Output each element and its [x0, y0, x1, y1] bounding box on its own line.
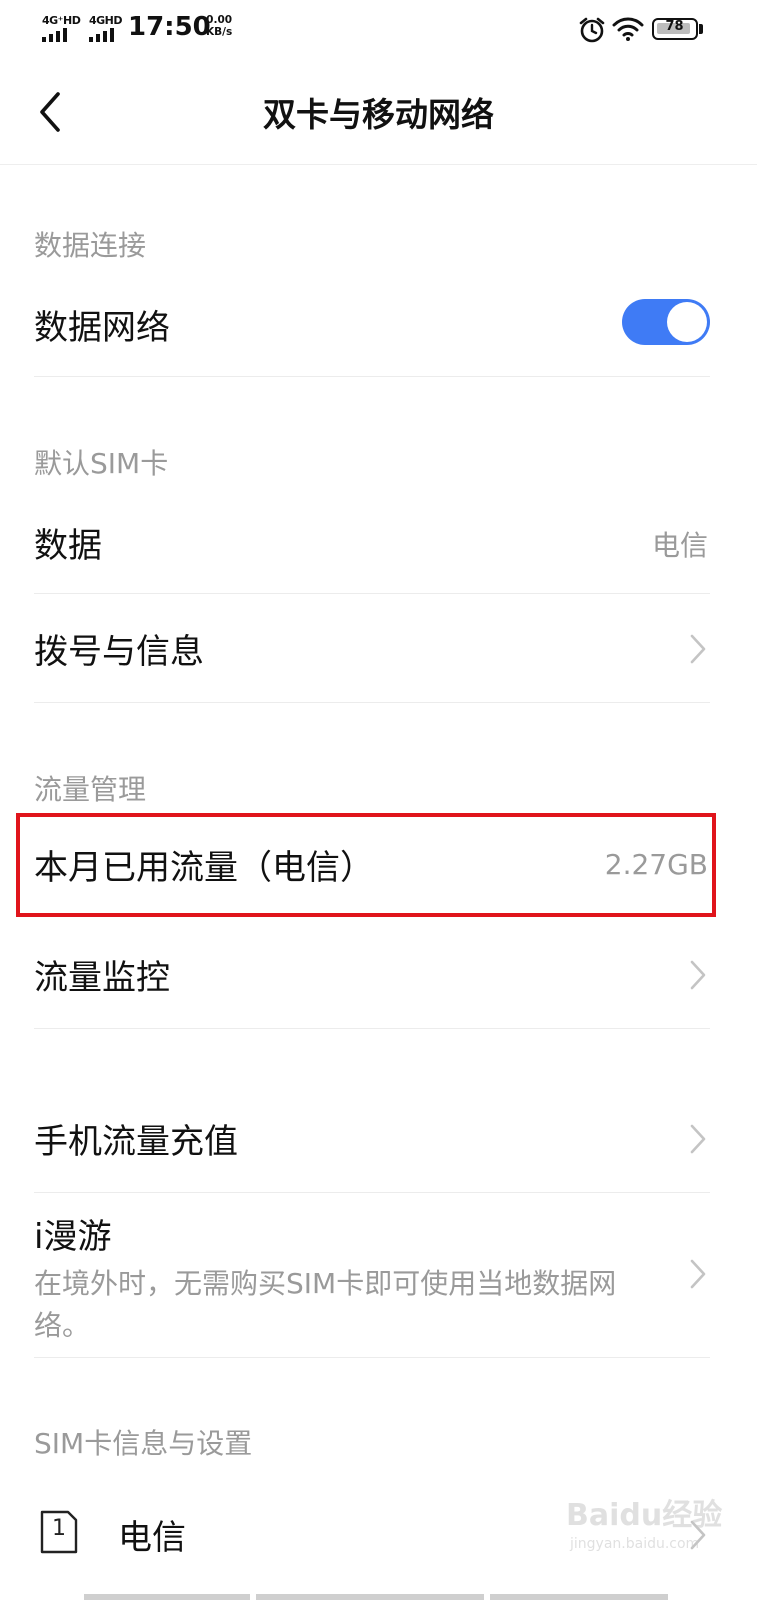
sim2-network-label: 4GHD — [89, 14, 123, 27]
net-speed-value: 0.00 — [206, 14, 233, 26]
highlight-annotation — [16, 813, 716, 917]
section-title-sim-info: SIM卡信息与设置 — [34, 1427, 253, 1460]
recharge-row[interactable]: 手机流量充值 — [34, 1084, 710, 1192]
watermark-text: Baidu经验 — [566, 1498, 723, 1533]
section-title-traffic: 流量管理 — [34, 773, 147, 806]
divider — [34, 1357, 710, 1358]
chevron-right-icon — [690, 1124, 706, 1154]
section-title-default-sim: 默认SIM卡 — [34, 447, 169, 480]
chevron-right-icon — [690, 1259, 706, 1289]
sim1-label: 电信 — [118, 1518, 186, 1558]
data-network-toggle[interactable] — [622, 299, 710, 345]
net-speed-unit: KB/s — [206, 26, 233, 38]
toggle-knob — [667, 302, 707, 342]
recharge-label: 手机流量充值 — [34, 1122, 238, 1162]
sim-card-icon: 1 — [40, 1510, 78, 1554]
status-bar: 4G⁺HD 4GHD 17:50 0.00 KB/s 78 — [0, 0, 757, 60]
sim1-network-label: 4G⁺HD — [42, 14, 81, 27]
battery-level: 78 — [665, 19, 684, 34]
data-network-row[interactable]: 数据网络 — [34, 280, 710, 376]
status-time: 17:50 — [128, 12, 211, 42]
watermark-url: jingyan.baidu.com — [570, 1536, 700, 1552]
traffic-monitor-label: 流量监控 — [34, 958, 170, 998]
sim2-signal-icon: 4GHD — [89, 14, 125, 44]
section-title-data-connection: 数据连接 — [34, 229, 147, 262]
data-sim-value: 电信 — [651, 529, 708, 562]
roaming-description: 在境外时，无需购买SIM卡即可使用当地数据网络。 — [34, 1267, 617, 1342]
divider — [34, 376, 710, 377]
page-title: 双卡与移动网络 — [263, 95, 494, 134]
wifi-icon — [612, 17, 644, 41]
divider — [34, 1028, 710, 1029]
chevron-right-icon — [690, 960, 706, 990]
baidu-watermark: Baidu经验 jingyan.baidu.com — [566, 1488, 736, 1568]
default-data-sim-row[interactable]: 数据 电信 — [34, 494, 710, 592]
dial-and-message-row[interactable]: 拨号与信息 — [34, 594, 710, 702]
sim-slot-number: 1 — [52, 1516, 66, 1541]
chevron-right-icon — [690, 634, 706, 664]
net-speed: 0.00 KB/s — [206, 14, 232, 38]
alarm-icon — [579, 17, 605, 43]
data-sim-label: 数据 — [34, 526, 102, 566]
app-header: 双卡与移动网络 — [0, 60, 757, 165]
battery-tip — [699, 24, 703, 34]
roaming-row[interactable]: i漫游 在境外时，无需购买SIM卡即可使用当地数据网络。 — [34, 1193, 710, 1357]
battery-icon: 78 — [652, 18, 698, 40]
traffic-monitor-row[interactable]: 流量监控 — [34, 920, 710, 1028]
data-network-label: 数据网络 — [34, 308, 170, 348]
dial-and-message-label: 拨号与信息 — [34, 632, 204, 672]
roaming-label: i漫游 — [34, 1217, 112, 1257]
bottom-nav-bar — [0, 1591, 757, 1600]
sim1-signal-icon: 4G⁺HD — [42, 14, 81, 44]
divider — [34, 702, 710, 703]
